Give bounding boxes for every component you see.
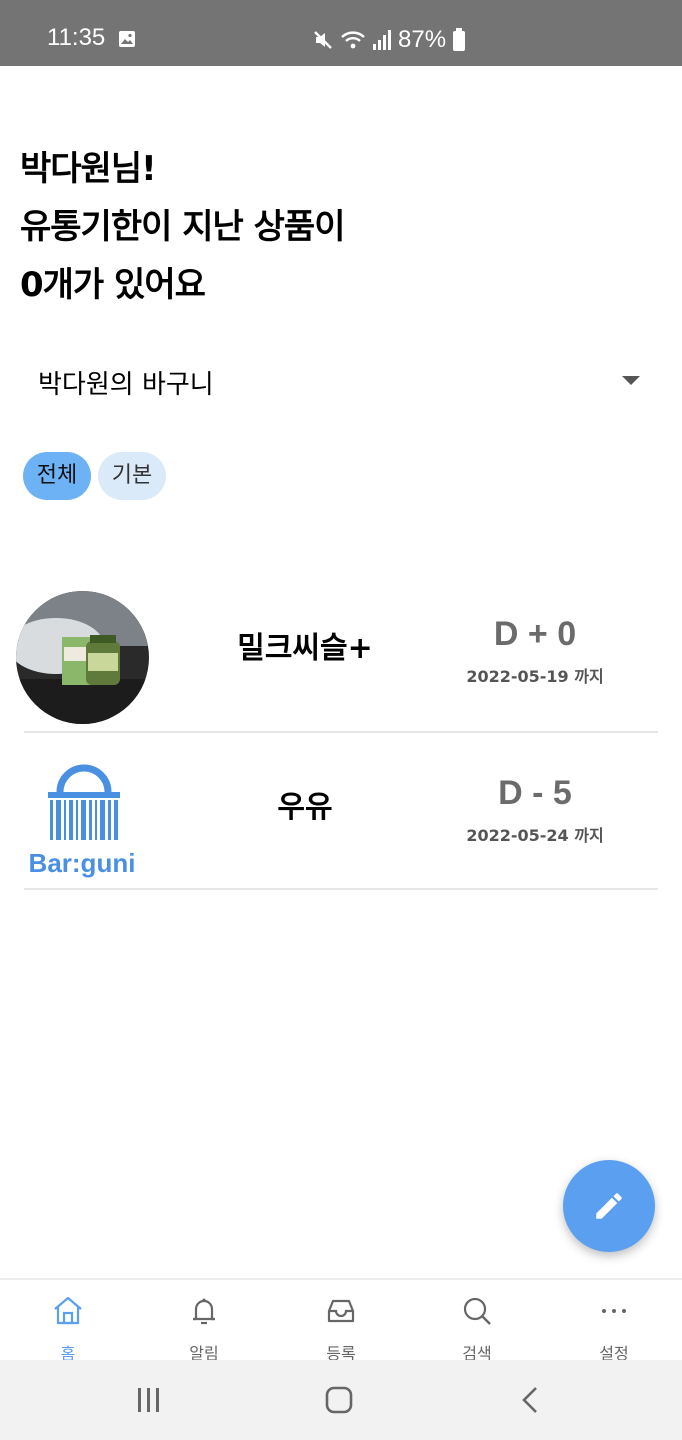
mute-icon bbox=[314, 31, 332, 49]
supplement-photo-image bbox=[16, 591, 149, 724]
signal-icon bbox=[373, 30, 391, 50]
battery-icon bbox=[453, 28, 466, 51]
greeting-line-1: 박다원님! bbox=[20, 149, 157, 189]
basket-dropdown[interactable]: 박다원의 바구니 bbox=[38, 358, 648, 408]
product-thumbnail bbox=[16, 591, 149, 724]
nav-register[interactable]: 등록 bbox=[273, 1280, 409, 1363]
nav-home[interactable]: 홈 bbox=[0, 1280, 136, 1363]
greeting-line-2: 유통기한이 지난 상품이 bbox=[20, 207, 345, 247]
nav-settings[interactable]: 설정 bbox=[546, 1280, 682, 1363]
home-button-icon[interactable] bbox=[325, 1386, 353, 1414]
edit-fab-button[interactable] bbox=[563, 1160, 655, 1252]
product-dday: D + 0 bbox=[493, 615, 577, 653]
product-item[interactable]: 밀크씨슬+ D + 0 2022-05-19 까지 bbox=[0, 591, 682, 747]
product-name: 우유 bbox=[277, 790, 333, 825]
divider bbox=[24, 888, 658, 890]
nav-search[interactable]: 검색 bbox=[409, 1280, 545, 1363]
battery-percent: 87% bbox=[398, 26, 447, 53]
status-right: 87% bbox=[312, 26, 466, 54]
divider bbox=[24, 731, 658, 733]
greeting-line-3: 0개가 있어요 bbox=[20, 265, 206, 305]
search-icon bbox=[463, 1297, 491, 1325]
image-icon bbox=[119, 31, 135, 47]
product-expiry-date: 2022-05-19 까지 bbox=[466, 667, 604, 686]
more-icon bbox=[602, 1309, 626, 1313]
dropdown-caret-icon bbox=[622, 376, 640, 385]
nav-alarm[interactable]: 알림 bbox=[136, 1280, 272, 1363]
home-icon bbox=[54, 1296, 82, 1325]
status-time: 11:35 bbox=[47, 24, 106, 51]
bell-icon bbox=[193, 1298, 215, 1325]
barguni-logo: Bar:guni bbox=[16, 750, 149, 883]
wifi-icon bbox=[341, 31, 365, 49]
product-dday: D - 5 bbox=[498, 774, 572, 812]
system-nav-bar bbox=[0, 1360, 682, 1440]
product-thumbnail: Bar:guni bbox=[16, 750, 149, 883]
back-icon[interactable] bbox=[518, 1386, 544, 1414]
pencil-icon bbox=[596, 1193, 622, 1219]
greeting-heading: 박다원님! 유통기한이 지난 상품이 0개가 있어요 bbox=[20, 140, 345, 314]
basket-dropdown-value: 박다원의 바구니 bbox=[38, 370, 214, 400]
product-item[interactable]: Bar:guni 우유 D - 5 2022-05-24 까지 bbox=[0, 750, 682, 906]
product-expiry-date: 2022-05-24 까지 bbox=[466, 826, 604, 845]
status-bar: 11:35 87% bbox=[0, 0, 682, 66]
chip-all[interactable]: 전체 bbox=[23, 452, 91, 500]
inbox-icon bbox=[327, 1299, 355, 1323]
recent-apps-icon[interactable] bbox=[136, 1387, 162, 1413]
bottom-nav: 홈 알림 등록 검색 설정 bbox=[0, 1278, 682, 1363]
product-name: 밀크씨슬+ bbox=[237, 631, 373, 666]
chip-basic[interactable]: 기본 bbox=[98, 452, 166, 500]
barguni-logo-text: Bar:guni bbox=[29, 848, 136, 878]
